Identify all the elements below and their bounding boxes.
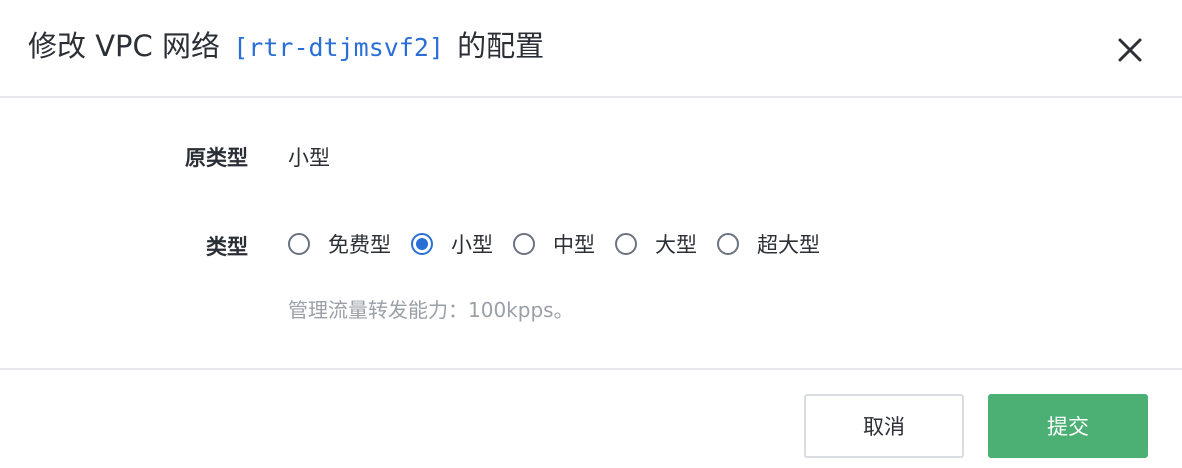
dialog-header: 修改 VPC 网络 [rtr-dtjmsvf2] 的配置 xyxy=(0,0,1182,98)
radio-button[interactable] xyxy=(288,233,310,255)
type-option-large[interactable]: 大型 xyxy=(615,229,697,259)
submit-button[interactable]: 提交 xyxy=(988,394,1148,458)
type-option-medium[interactable]: 中型 xyxy=(513,229,595,259)
type-radio-group: 免费型 小型 中型 大型 超大型 xyxy=(288,229,840,259)
type-option-xlarge[interactable]: 超大型 xyxy=(717,229,820,259)
radio-button[interactable] xyxy=(615,233,637,255)
radio-button[interactable] xyxy=(513,233,535,255)
close-button[interactable] xyxy=(1112,32,1148,68)
radio-label: 小型 xyxy=(451,233,493,257)
title-prefix: 修改 VPC 网络 xyxy=(28,29,221,63)
dialog-body: 原类型 小型 类型 免费型 小型 中型 大型 超大型 管理流量转发能力：100k… xyxy=(0,98,1182,368)
dialog-title: 修改 VPC 网络 [rtr-dtjmsvf2] 的配置 xyxy=(28,24,544,70)
radio-label: 免费型 xyxy=(328,233,391,257)
capacity-hint: 管理流量转发能力：100kpps。 xyxy=(288,298,574,322)
radio-label: 中型 xyxy=(553,233,595,257)
original-type-label: 原类型 xyxy=(185,146,248,170)
footer-divider xyxy=(0,368,1182,370)
type-option-free[interactable]: 免费型 xyxy=(288,229,391,259)
modify-vpc-dialog: 修改 VPC 网络 [rtr-dtjmsvf2] 的配置 原类型 小型 类型 免… xyxy=(0,0,1182,468)
radio-label: 超大型 xyxy=(757,233,820,257)
radio-label: 大型 xyxy=(655,233,697,257)
type-label: 类型 xyxy=(206,235,248,259)
radio-button[interactable] xyxy=(717,233,739,255)
radio-button-checked[interactable] xyxy=(411,233,433,255)
original-type-value: 小型 xyxy=(288,146,330,170)
router-id: [rtr-dtjmsvf2] xyxy=(233,33,444,62)
cancel-button[interactable]: 取消 xyxy=(804,394,964,458)
close-icon xyxy=(1118,38,1142,62)
type-option-small[interactable]: 小型 xyxy=(411,229,493,259)
title-suffix: 的配置 xyxy=(457,29,545,63)
